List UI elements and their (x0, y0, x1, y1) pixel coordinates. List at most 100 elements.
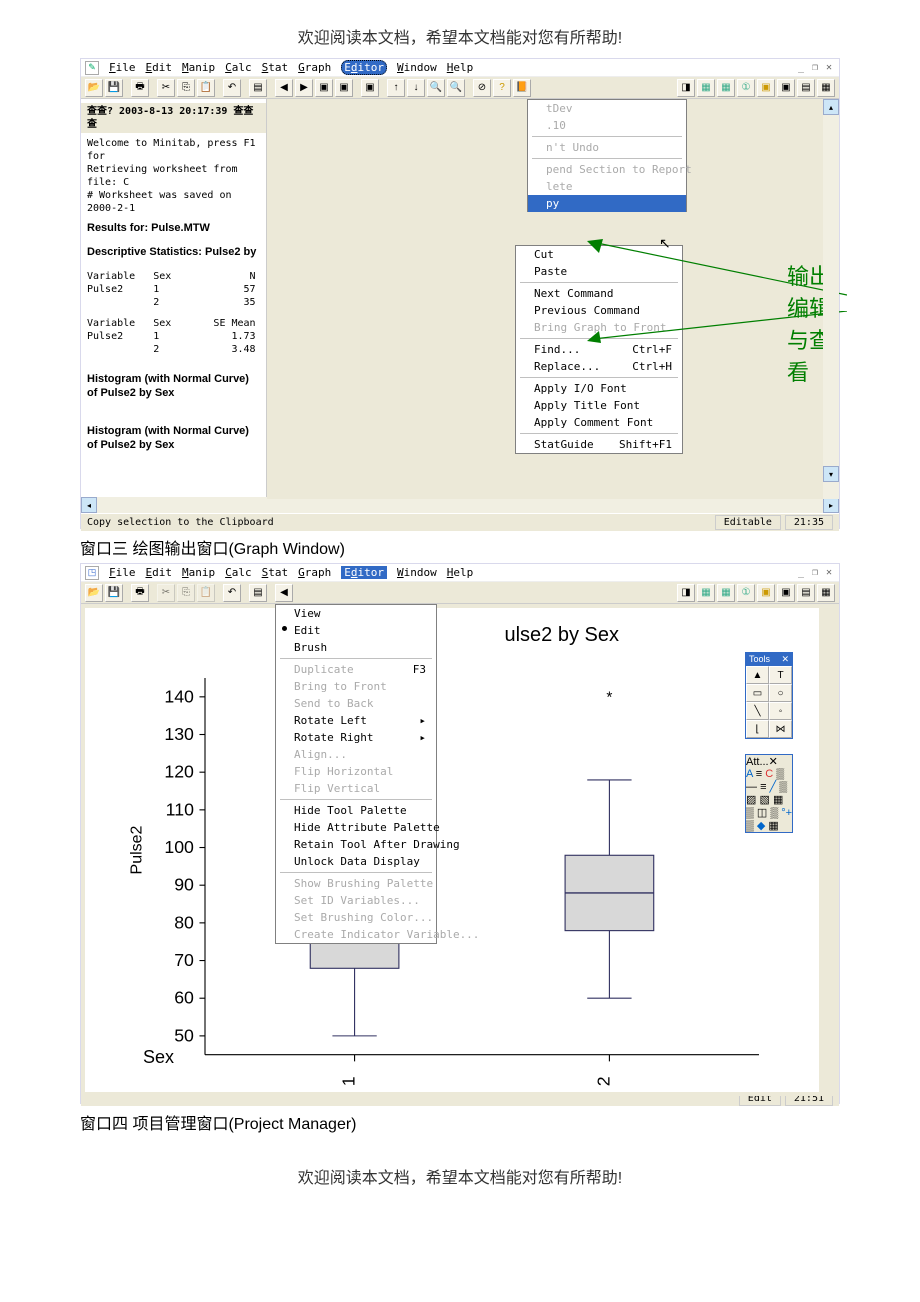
horizontal-scrollbar[interactable]: ◂ ▸ (81, 497, 839, 513)
nav6-icon[interactable]: ▣ (777, 584, 795, 602)
palette-close-icon[interactable]: ✕ (781, 654, 789, 665)
menu-editor[interactable]: Editor (341, 566, 387, 579)
menu-window[interactable]: Window (397, 566, 437, 579)
nav1-icon[interactable]: ◨ (677, 79, 695, 97)
marker2-icon[interactable]: °+ (781, 807, 792, 819)
editor-menu-item[interactable]: Hide Tool Palette (276, 802, 436, 819)
line-tool-icon[interactable]: ╲ (746, 702, 769, 720)
context-menu-item[interactable]: Apply I/O Font (516, 380, 682, 397)
maximize-icon[interactable]: ❐ (809, 566, 821, 578)
hatch1-icon[interactable]: ▨ (746, 794, 756, 806)
menu-manip[interactable]: Manip (182, 61, 215, 74)
pat2-icon[interactable]: ▒ (770, 807, 778, 819)
nav3-icon[interactable]: ▦ (717, 584, 735, 602)
scroll-down-icon[interactable]: ▾ (823, 466, 839, 482)
color-attr-icon[interactable]: C (765, 768, 773, 780)
nav5-icon[interactable]: ▣ (757, 79, 775, 97)
editor-menu-item[interactable]: Brush (276, 639, 436, 656)
nav3-icon[interactable]: ▦ (717, 79, 735, 97)
cut-icon[interactable]: ✂ (157, 79, 175, 97)
grid1-icon[interactable]: ▦ (773, 794, 783, 806)
copy-icon[interactable]: ⎘ (177, 79, 195, 97)
menu-stat[interactable]: Stat (262, 61, 289, 74)
undo-icon[interactable]: ↶ (223, 79, 241, 97)
minimize-icon[interactable]: _ (795, 566, 807, 578)
fill-icon[interactable]: ▒ (779, 781, 787, 793)
scroll-left-icon[interactable]: ◂ (81, 497, 97, 513)
paste-icon[interactable]: 📋 (197, 584, 215, 602)
line-w-icon[interactable]: — (746, 781, 757, 793)
prev-icon[interactable]: ◀ (275, 584, 293, 602)
context-menu-item[interactable]: Apply Comment Font (516, 414, 682, 431)
print-icon[interactable]: 🖶 (131, 584, 149, 602)
menu-calc[interactable]: Calc (225, 566, 252, 579)
editor-menu-item[interactable]: Rotate Right▸ (276, 729, 436, 746)
nav8-icon[interactable]: ▦ (817, 79, 835, 97)
circle-tool-icon[interactable]: ○ (769, 684, 792, 702)
menu-help[interactable]: Help (447, 61, 474, 74)
menu-calc[interactable]: Calc (225, 61, 252, 74)
nav6-icon[interactable]: ▣ (777, 79, 795, 97)
polygon-tool-icon[interactable]: ⋈ (769, 720, 792, 738)
close-icon[interactable]: ✕ (823, 566, 835, 578)
session-window-icon[interactable]: ▤ (249, 79, 267, 97)
fill-pat-icon[interactable]: ▒ (776, 768, 784, 780)
menu-file[interactable]: File (109, 61, 136, 74)
scroll-up-icon[interactable]: ▴ (823, 99, 839, 115)
cmd-icon[interactable]: ▣ (315, 79, 333, 97)
find-icon[interactable]: 🔍 (427, 79, 445, 97)
nav5-icon[interactable]: ▣ (757, 584, 775, 602)
session-window-icon[interactable]: ▤ (249, 584, 267, 602)
open-icon[interactable]: 📂 (85, 584, 103, 602)
nav4-icon[interactable]: ① (737, 584, 755, 602)
print-icon[interactable]: 🖶 (131, 79, 149, 97)
palette-close-icon[interactable]: ✕ (769, 756, 778, 768)
pat1-icon[interactable]: ◫ (757, 807, 767, 819)
line-s-icon[interactable]: ≡ (760, 781, 766, 793)
next-cmd-icon[interactable]: ▶ (295, 79, 313, 97)
rect-tool-icon[interactable]: ▭ (746, 684, 769, 702)
pointer-tool-icon[interactable]: ▲ (746, 666, 769, 684)
open-icon[interactable]: 📂 (85, 79, 103, 97)
hatch2-icon[interactable]: ▧ (759, 794, 769, 806)
menu-graph[interactable]: Graph (298, 61, 331, 74)
nav1-icon[interactable]: ◨ (677, 584, 695, 602)
menu-manip[interactable]: Manip (182, 566, 215, 579)
cut-icon[interactable]: ✂ (157, 584, 175, 602)
nav2-icon[interactable]: ▦ (697, 79, 715, 97)
help-icon[interactable]: ? (493, 79, 511, 97)
maximize-icon[interactable]: ❐ (809, 61, 821, 73)
nav8-icon[interactable]: ▦ (817, 584, 835, 602)
context-menu-item[interactable]: Apply Title Font (516, 397, 682, 414)
cmd2-icon[interactable]: ▣ (335, 79, 353, 97)
editor-menu-item[interactable]: View (276, 605, 436, 622)
undo-icon[interactable]: ↶ (223, 584, 241, 602)
cancel-icon[interactable]: ⊘ (473, 79, 491, 97)
vertical-scrollbar[interactable]: ▴ ▾ (823, 99, 839, 499)
paste-icon[interactable]: 📋 (197, 79, 215, 97)
menu-stat[interactable]: Stat (262, 566, 289, 579)
context-menu-item[interactable]: Replace...Ctrl+H (516, 358, 682, 375)
context-menu-item[interactable]: py (528, 195, 686, 212)
dot-icon[interactable]: ◆ (757, 820, 765, 832)
tools-palette[interactable]: Tools✕ ▲ T ▭ ○ ╲ ◦ ⌊ ⋈ (745, 652, 793, 739)
menu-edit[interactable]: Edit (146, 566, 173, 579)
statguide-icon[interactable]: 📙 (513, 79, 531, 97)
pat3-icon[interactable]: ▒ (746, 820, 754, 832)
save-icon[interactable]: 💾 (105, 79, 123, 97)
scroll-right-icon[interactable]: ▸ (823, 497, 839, 513)
menu-file[interactable]: File (109, 566, 136, 579)
execute-icon[interactable]: ▣ (361, 79, 379, 97)
menu-help[interactable]: Help (447, 566, 474, 579)
text-tool-icon[interactable]: T (769, 666, 792, 684)
menu-edit[interactable]: Edit (146, 61, 173, 74)
marker-tool-icon[interactable]: ◦ (769, 702, 792, 720)
editor-menu-item[interactable]: Unlock Data Display (276, 853, 436, 870)
edge-icon[interactable]: ╱ (770, 781, 777, 793)
menu-editor[interactable]: Editor (341, 60, 387, 75)
minimize-icon[interactable]: _ (795, 61, 807, 73)
nav7-icon[interactable]: ▤ (797, 584, 815, 602)
editor-menu-item[interactable]: Rotate Left▸ (276, 712, 436, 729)
hatch3-icon[interactable]: ▒ (746, 807, 754, 819)
nav2-icon[interactable]: ▦ (697, 584, 715, 602)
